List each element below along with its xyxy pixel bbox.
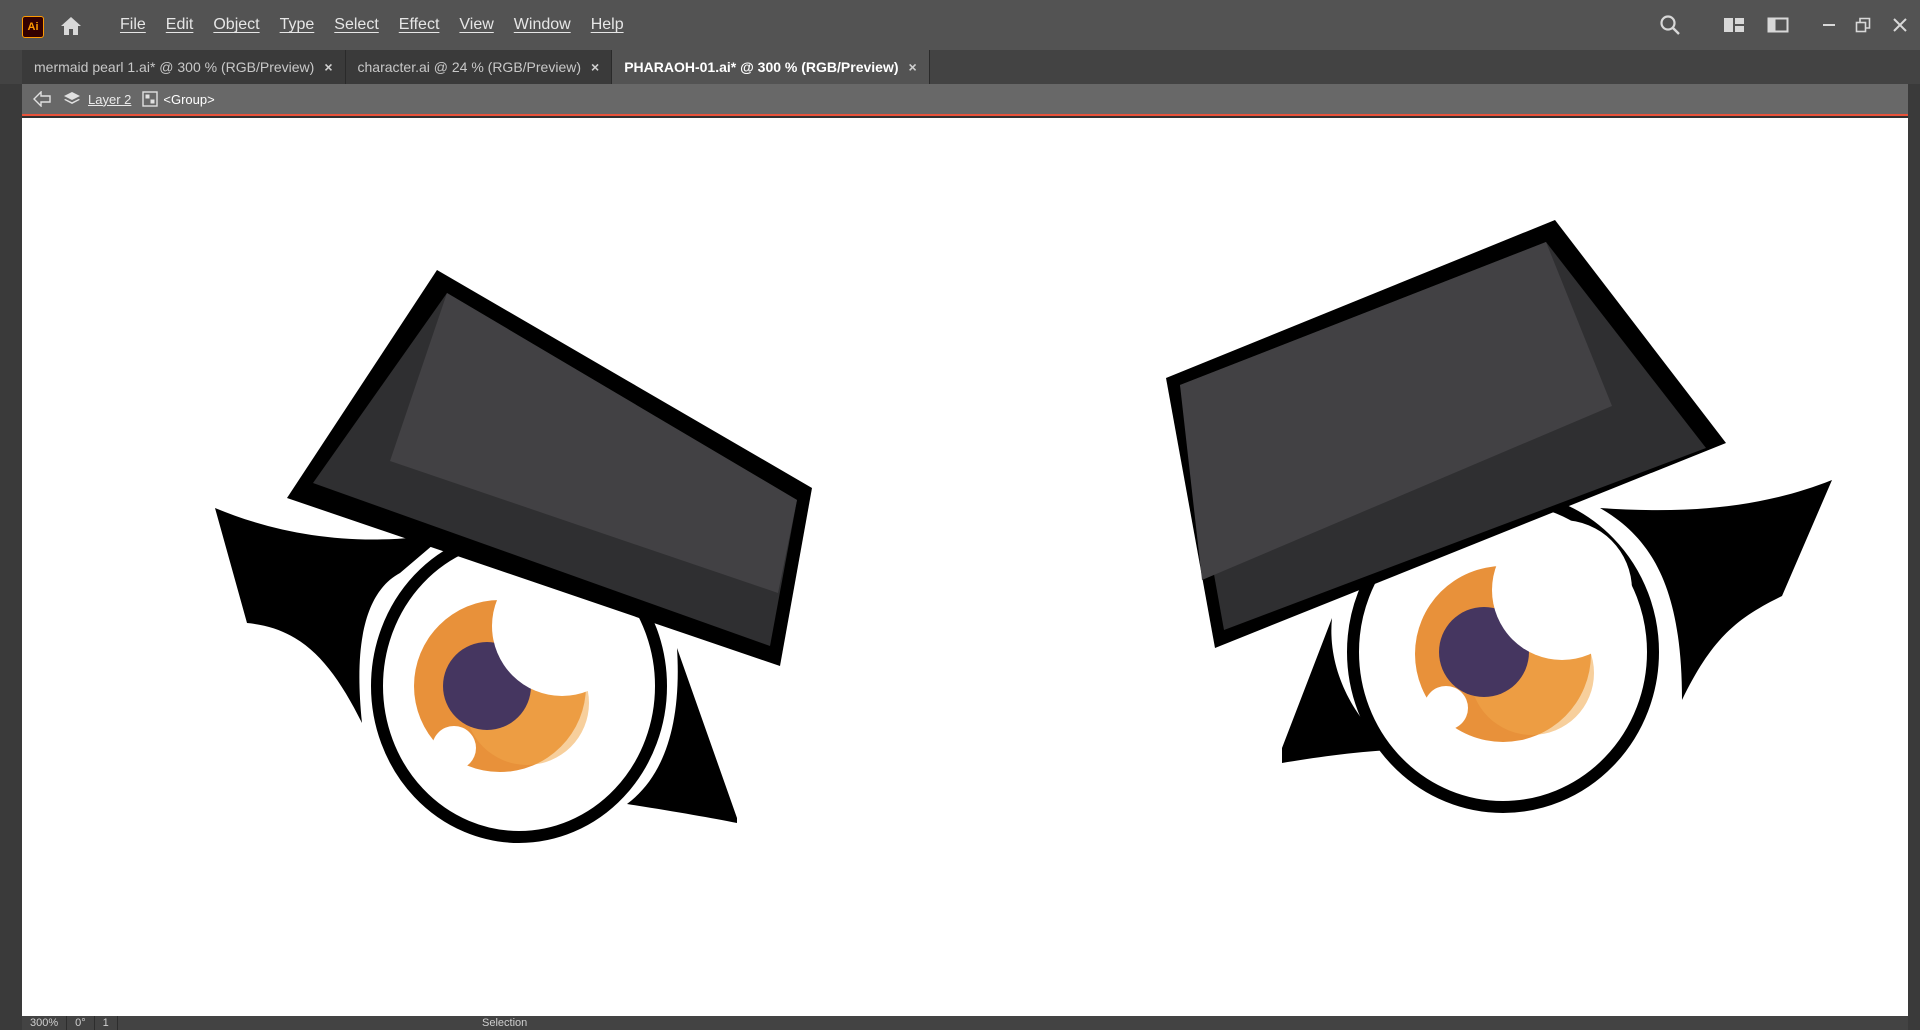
artboard-canvas[interactable] xyxy=(22,118,1908,1016)
home-icon xyxy=(61,17,81,35)
app-logo: Ai xyxy=(22,16,44,38)
menu-window[interactable]: Window xyxy=(514,16,571,34)
home-button[interactable] xyxy=(58,14,84,38)
tab-close-icon[interactable]: × xyxy=(909,59,917,75)
left-frame xyxy=(0,84,22,1030)
menu-file[interactable]: File xyxy=(120,16,146,34)
tab-strip: mermaid pearl 1.ai* @ 300 % (RGB/Preview… xyxy=(22,50,930,84)
workspace-button[interactable] xyxy=(1758,5,1798,45)
illustrator-window: Ai File Edit Object Type Select Effect V… xyxy=(0,0,1920,1030)
current-tool-label: Selection xyxy=(482,1017,528,1029)
menu-edit[interactable]: Edit xyxy=(166,16,194,34)
close-window-button[interactable] xyxy=(1880,5,1920,45)
menu-items: File Edit Object Type Select Effect View… xyxy=(120,0,644,50)
menu-effect[interactable]: Effect xyxy=(399,16,440,34)
menu-help[interactable]: Help xyxy=(591,16,624,34)
menu-select[interactable]: Select xyxy=(334,16,378,34)
menu-view[interactable]: View xyxy=(459,16,493,34)
tab-pharaoh[interactable]: PHARAOH-01.ai* @ 300 % (RGB/Preview) × xyxy=(612,50,930,84)
right-eye[interactable] xyxy=(1166,220,1832,813)
vertical-scrollbar[interactable] xyxy=(1908,84,1920,1030)
tab-mermaid-pearl[interactable]: mermaid pearl 1.ai* @ 300 % (RGB/Preview… xyxy=(22,50,346,84)
isolation-breadcrumb: Layer 2 <Group> xyxy=(22,84,1908,116)
tab-close-icon[interactable]: × xyxy=(324,59,332,75)
status-bar: 300% 0° 1 Selection xyxy=(22,1016,1908,1030)
document-tab-bar: mermaid pearl 1.ai* @ 300 % (RGB/Preview… xyxy=(0,50,1920,84)
right-eye-reflection-large xyxy=(1492,520,1632,660)
menu-object[interactable]: Object xyxy=(213,16,259,34)
menu-type[interactable]: Type xyxy=(280,16,315,34)
tab-label: PHARAOH-01.ai* @ 300 % (RGB/Preview) xyxy=(624,59,899,75)
zoom-field[interactable]: 300% xyxy=(22,1016,68,1030)
window-controls xyxy=(1650,0,1920,50)
group-icon xyxy=(141,90,159,108)
close-icon xyxy=(1893,18,1907,32)
menu-bar: Ai File Edit Object Type Select Effect V… xyxy=(0,0,1920,50)
tab-close-icon[interactable]: × xyxy=(591,59,599,75)
left-eye[interactable] xyxy=(215,270,812,843)
artboard-navigator[interactable]: 1 xyxy=(95,1016,118,1030)
left-eye-reflection-small xyxy=(432,726,476,770)
breadcrumb-group[interactable]: <Group> xyxy=(163,92,214,107)
tab-label: mermaid pearl 1.ai* @ 300 % (RGB/Preview… xyxy=(34,59,315,75)
back-arrow-icon xyxy=(33,91,51,107)
arrange-documents-button[interactable] xyxy=(1714,5,1754,45)
exit-isolation-button[interactable] xyxy=(32,89,52,109)
search-icon xyxy=(1660,15,1680,35)
rotation-field[interactable]: 0° xyxy=(67,1016,95,1030)
breadcrumb-layer[interactable]: Layer 2 xyxy=(88,92,131,107)
minimize-icon xyxy=(1823,24,1835,26)
tab-character[interactable]: character.ai @ 24 % (RGB/Preview) × xyxy=(345,50,613,84)
arrange-documents-icon xyxy=(1724,18,1744,32)
restore-button[interactable] xyxy=(1846,5,1880,45)
layers-icon xyxy=(62,89,82,109)
restore-icon xyxy=(1855,17,1871,33)
workspace-icon xyxy=(1767,17,1789,33)
right-eye-reflection-small xyxy=(1424,686,1468,730)
minimize-button[interactable] xyxy=(1812,5,1846,45)
pharaoh-eyes-artwork[interactable] xyxy=(22,118,1908,1016)
tab-label: character.ai @ 24 % (RGB/Preview) xyxy=(357,59,582,75)
search-button[interactable] xyxy=(1650,5,1690,45)
